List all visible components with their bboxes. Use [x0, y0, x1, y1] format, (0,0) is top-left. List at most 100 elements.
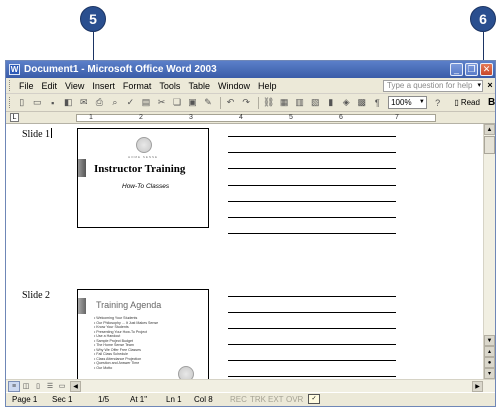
status-rec[interactable]: REC — [230, 395, 247, 404]
menu-file[interactable]: File — [15, 81, 38, 91]
menu-insert[interactable]: Insert — [88, 81, 119, 91]
agenda-list: Welcoming Your Students Our Philosophy .… — [94, 316, 158, 370]
scroll-up-icon[interactable]: ▲ — [484, 124, 495, 135]
print-preview-icon[interactable]: ⌕ — [108, 96, 122, 110]
show-hide-icon[interactable]: ¶ — [371, 96, 385, 110]
help-search-input[interactable]: Type a question for help — [383, 80, 483, 92]
outline-view-icon[interactable]: ☰ — [44, 381, 56, 392]
ruler-number: 2 — [139, 114, 143, 121]
note-line — [228, 185, 396, 186]
redo-icon[interactable]: ↷ — [239, 96, 253, 110]
note-line — [228, 201, 396, 202]
format-painter-icon[interactable]: ✎ — [201, 96, 215, 110]
note-line — [228, 233, 396, 234]
save-icon[interactable]: ▪ — [46, 96, 60, 110]
close-button[interactable]: ✕ — [480, 63, 493, 76]
ruler-number: 4 — [239, 114, 243, 121]
minimize-button[interactable]: _ — [450, 63, 463, 76]
status-ovr[interactable]: OVR — [286, 395, 303, 404]
menu-tools[interactable]: Tools — [155, 81, 184, 91]
slide-1-label: Slide 1 — [22, 128, 53, 140]
note-line — [228, 152, 396, 153]
scroll-right-icon[interactable]: ▶ — [472, 381, 483, 392]
slide-1-thumbnail[interactable]: HOME SENSE Instructor Training How-To Cl… — [77, 128, 209, 228]
standard-toolbar: ▯ ▭ ▪ ◧ ✉ ⎙ ⌕ ✓ ▤ ✂ ❏ ▣ ✎ ↶ ↷ ⛓ ▦ ▥ ▧ ▮ … — [6, 94, 495, 112]
scroll-down-icon[interactable]: ▼ — [484, 335, 495, 346]
drawing-icon[interactable]: ◈ — [340, 96, 354, 110]
menu-table[interactable]: Table — [184, 81, 214, 91]
logo-text: HOME SENSE — [128, 155, 159, 159]
status-page-count: 1/5 — [98, 395, 110, 404]
cut-icon[interactable]: ✂ — [155, 96, 169, 110]
print-icon[interactable]: ⎙ — [93, 96, 107, 110]
note-line — [228, 296, 396, 297]
vertical-scroll-thumb[interactable] — [484, 136, 495, 154]
menu-format[interactable]: Format — [119, 81, 156, 91]
note-line — [228, 328, 396, 329]
note-line — [228, 312, 396, 313]
status-line: Ln 1 — [166, 395, 182, 404]
menu-help[interactable]: Help — [254, 81, 281, 91]
research-icon[interactable]: ▤ — [139, 96, 153, 110]
restore-button[interactable]: ❐ — [465, 63, 478, 76]
word-window: W Document1 - Microsoft Office Word 2003… — [5, 60, 496, 407]
undo-icon[interactable]: ↶ — [224, 96, 238, 110]
slide-2-label: Slide 2 — [22, 290, 51, 301]
email-icon[interactable]: ✉ — [77, 96, 91, 110]
ruler-number: 7 — [395, 114, 399, 121]
copy-icon[interactable]: ❏ — [170, 96, 184, 110]
select-browse-object-icon[interactable]: ● — [484, 357, 495, 368]
menu-edit[interactable]: Edit — [38, 81, 62, 91]
status-trk[interactable]: TRK — [250, 395, 266, 404]
toolbar-grip-icon[interactable] — [9, 97, 12, 108]
ruler-track[interactable]: 1 2 3 4 5 6 7 — [76, 114, 436, 122]
slide-accent-bar — [78, 298, 86, 314]
note-line — [228, 360, 396, 361]
read-button[interactable]: ▯ Read — [454, 98, 480, 107]
spelling-icon[interactable]: ✓ — [124, 96, 138, 110]
menu-window[interactable]: Window — [214, 81, 254, 91]
insert-excel-icon[interactable]: ▧ — [308, 96, 322, 110]
reading-layout-icon[interactable]: ▭ — [56, 381, 68, 392]
help-dropdown-icon[interactable]: ▾ — [477, 81, 481, 89]
status-at: At 1" — [130, 395, 148, 404]
horizontal-ruler[interactable]: L 1 2 3 4 5 6 7 — [6, 112, 495, 124]
status-column: Col 8 — [194, 395, 213, 404]
document-map-icon[interactable]: ▩ — [355, 96, 369, 110]
tables-borders-icon[interactable]: ▦ — [277, 96, 291, 110]
ruler-number: 3 — [189, 114, 193, 121]
normal-view-icon[interactable]: ≡ — [8, 380, 20, 392]
text-cursor — [51, 128, 53, 138]
zoom-select[interactable]: 100% ▼ — [388, 96, 427, 109]
open-icon[interactable]: ▭ — [30, 96, 44, 110]
web-layout-icon[interactable]: ◫ — [20, 381, 32, 392]
new-document-icon[interactable]: ▯ — [15, 96, 29, 110]
zoom-dropdown-icon: ▼ — [418, 99, 425, 105]
document-area[interactable]: Slide 1 HOME SENSE Instructor Training H… — [6, 124, 483, 379]
menu-bar: File Edit View Insert Format Tools Table… — [6, 78, 495, 94]
hyperlink-icon[interactable]: ⛓ — [262, 96, 276, 110]
home-sense-logo — [136, 137, 152, 153]
next-page-icon[interactable]: ▾ — [484, 368, 495, 379]
menu-grip-icon[interactable] — [9, 80, 12, 91]
word-app-icon[interactable]: W — [9, 64, 20, 75]
note-line — [228, 344, 396, 345]
paste-icon[interactable]: ▣ — [186, 96, 200, 110]
menu-view[interactable]: View — [61, 81, 88, 91]
spelling-status-icon[interactable]: ✓ — [308, 394, 320, 404]
slide-2-thumbnail[interactable]: Training Agenda Welcoming Your Students … — [77, 289, 209, 379]
toolbar-separator — [219, 96, 221, 109]
status-ext[interactable]: EXT — [268, 395, 284, 404]
document-close-icon[interactable]: × — [485, 80, 495, 90]
insert-table-icon[interactable]: ▥ — [293, 96, 307, 110]
vertical-scrollbar[interactable]: ▲ ▼ ▴ ● ▾ — [483, 124, 495, 379]
permission-icon[interactable]: ◧ — [62, 96, 76, 110]
previous-page-icon[interactable]: ▴ — [484, 346, 495, 357]
columns-icon[interactable]: ▮ — [324, 96, 338, 110]
bold-button[interactable]: B — [488, 97, 495, 108]
tab-selector-icon[interactable]: L — [10, 113, 19, 122]
scroll-left-icon[interactable]: ◀ — [70, 380, 81, 392]
horizontal-scrollbar[interactable]: ≡ ◫ ▯ ☰ ▭ ◀ ▶ — [6, 379, 495, 392]
print-layout-icon[interactable]: ▯ — [32, 381, 44, 392]
help-icon[interactable]: ? — [431, 96, 445, 110]
